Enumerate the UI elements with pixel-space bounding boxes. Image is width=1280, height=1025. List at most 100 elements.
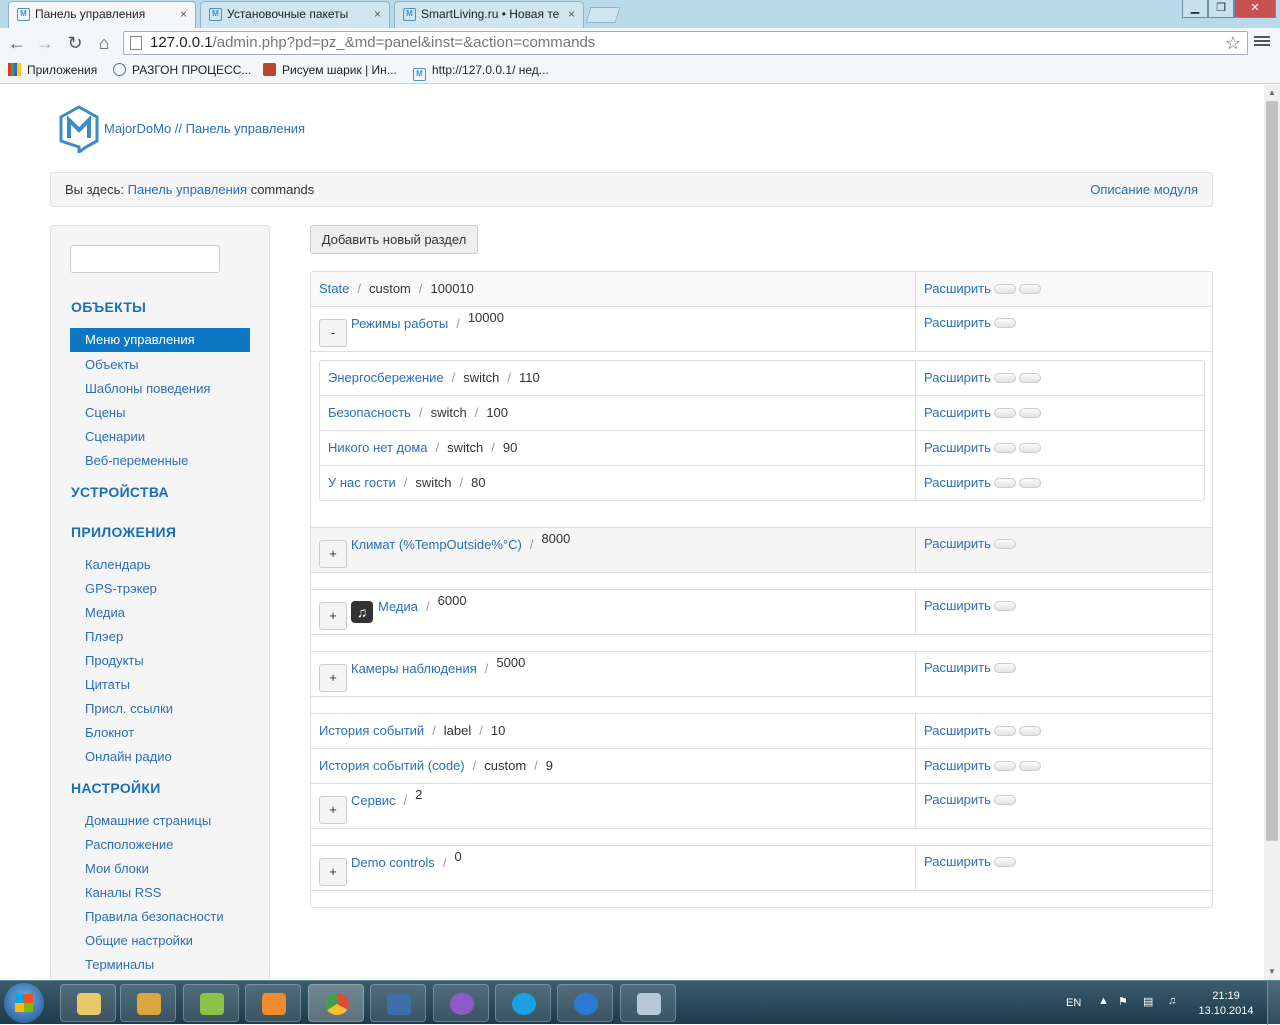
brand-link[interactable]: MajorDoMo // Панель управления: [104, 121, 305, 136]
edit-button[interactable]: [993, 761, 1016, 771]
sidebar-item-homepages[interactable]: Домашние страницы: [85, 813, 211, 828]
delete-button[interactable]: [1018, 408, 1041, 418]
taskbar-clock[interactable]: 21:19 13.10.2014: [1196, 989, 1256, 1019]
sidebar-item-scripts[interactable]: Сценарии: [85, 429, 145, 444]
sidebar-item-radio[interactable]: Онлайн радио: [85, 749, 172, 764]
bookmark-sharik[interactable]: Рисуем шарик | Ин...: [263, 63, 397, 77]
sidebar-item-general[interactable]: Общие настройки: [85, 933, 193, 948]
row-title-link[interactable]: Медиа: [378, 599, 418, 614]
minimize-button[interactable]: ▁: [1182, 0, 1208, 18]
taskbar-explorer[interactable]: [60, 984, 116, 1022]
expand-link[interactable]: Расширить: [924, 758, 991, 773]
network-icon[interactable]: ▤: [1143, 995, 1153, 1008]
sidebar-item-calendar[interactable]: Календарь: [85, 557, 151, 572]
expand-link[interactable]: Расширить: [924, 660, 991, 675]
delete-button[interactable]: [1018, 761, 1041, 771]
expand-link[interactable]: Расширить: [924, 475, 991, 490]
tab-close-icon[interactable]: ×: [180, 2, 187, 26]
row-title-link[interactable]: Сервис: [351, 793, 396, 808]
sidebar-search-input[interactable]: [70, 245, 220, 273]
tab-packages[interactable]: M Установочные пакеты ×: [200, 1, 390, 28]
expand-link[interactable]: Расширить: [924, 792, 991, 807]
tab-panel[interactable]: M Панель управления ×: [8, 1, 196, 28]
scrollbar-thumb[interactable]: [1266, 101, 1278, 841]
delete-button[interactable]: [1018, 443, 1041, 453]
scroll-down-icon[interactable]: ▼: [1268, 967, 1276, 976]
expand-toggle-button[interactable]: +: [319, 602, 347, 630]
delete-button[interactable]: [1018, 373, 1041, 383]
row-title-link[interactable]: У нас гости: [328, 475, 396, 490]
sidebar-item-objects[interactable]: Объекты: [85, 357, 139, 372]
sidebar-item-quotes[interactable]: Цитаты: [85, 677, 130, 692]
taskbar-ring-app[interactable]: [433, 984, 489, 1022]
delete-button[interactable]: [1018, 726, 1041, 736]
expand-toggle-button[interactable]: +: [319, 858, 347, 886]
expand-toggle-button[interactable]: +: [319, 664, 347, 692]
edit-button[interactable]: [993, 857, 1016, 867]
taskbar-media-player[interactable]: [245, 984, 301, 1022]
sidebar-item-media[interactable]: Медиа: [85, 605, 125, 620]
expand-link[interactable]: Расширить: [924, 370, 991, 385]
scroll-up-icon[interactable]: ▲: [1268, 88, 1276, 97]
forward-arrow-icon[interactable]: →: [34, 32, 56, 54]
expand-link[interactable]: Расширить: [924, 536, 991, 551]
bookmark-star-icon[interactable]: ☆: [1225, 32, 1241, 54]
expand-link[interactable]: Расширить: [924, 281, 991, 296]
sidebar-item-products[interactable]: Продукты: [85, 653, 144, 668]
row-title-link[interactable]: Режимы работы: [351, 316, 448, 331]
sidebar-item-player[interactable]: Плэер: [85, 629, 123, 644]
tab-close-icon[interactable]: ×: [374, 2, 381, 26]
taskbar-paint[interactable]: [620, 984, 676, 1022]
browser-menu-icon[interactable]: [1254, 34, 1270, 50]
sidebar-item-gps[interactable]: GPS-трэкер: [85, 581, 157, 596]
row-title-link[interactable]: Камеры наблюдения: [351, 661, 477, 676]
show-desktop-button[interactable]: [1267, 981, 1280, 1025]
reload-icon[interactable]: ↻: [64, 32, 86, 54]
sidebar-item-layout[interactable]: Расположение: [85, 837, 173, 852]
row-title-link[interactable]: Никого нет дома: [328, 440, 428, 455]
bookmark-apps[interactable]: Приложения: [8, 63, 97, 77]
taskbar-window-app[interactable]: [370, 984, 426, 1022]
expand-link[interactable]: Расширить: [924, 440, 991, 455]
bookmark-localhost[interactable]: Mhttp://127.0.0.1/ нед...: [413, 63, 549, 81]
sidebar-item-rss[interactable]: Каналы RSS: [85, 885, 161, 900]
sidebar-item-patterns[interactable]: Шаблоны поведения: [85, 381, 210, 396]
edit-button[interactable]: [993, 478, 1016, 488]
expand-link[interactable]: Расширить: [924, 598, 991, 613]
sidebar-item-links[interactable]: Присл. ссылки: [85, 701, 173, 716]
sidebar-item-security[interactable]: Правила безопасности: [85, 909, 224, 924]
sidebar-item-scenes[interactable]: Сцены: [85, 405, 125, 420]
edit-button[interactable]: [993, 284, 1016, 294]
expand-link[interactable]: Расширить: [924, 854, 991, 869]
taskbar-archiver[interactable]: [120, 984, 176, 1022]
row-title-link[interactable]: Demo controls: [351, 855, 435, 870]
page-scrollbar[interactable]: ▲ ▼: [1264, 85, 1280, 980]
expand-toggle-button[interactable]: +: [319, 540, 347, 568]
edit-button[interactable]: [993, 795, 1016, 805]
edit-button[interactable]: [993, 443, 1016, 453]
delete-button[interactable]: [1018, 284, 1041, 294]
collapse-toggle-button[interactable]: -: [319, 319, 347, 347]
add-section-button[interactable]: Добавить новый раздел: [310, 225, 478, 254]
expand-toggle-button[interactable]: +: [319, 796, 347, 824]
row-title-link[interactable]: Безопасность: [328, 405, 411, 420]
row-title-link[interactable]: История событий (code): [319, 758, 465, 773]
row-title-link[interactable]: State: [319, 281, 349, 296]
home-icon[interactable]: ⌂: [93, 32, 115, 54]
address-bar[interactable]: 127.0.0.1/admin.php?pd=pz_&md=panel&inst…: [123, 31, 1248, 55]
maximize-button[interactable]: ❐: [1208, 0, 1234, 18]
taskbar-ie[interactable]: [557, 984, 613, 1022]
breadcrumb-link-panel[interactable]: Панель управления: [128, 182, 247, 197]
row-title-link[interactable]: Энергосбережение: [328, 370, 444, 385]
sidebar-item-notes[interactable]: Блокнот: [85, 725, 134, 740]
taskbar-chrome[interactable]: [308, 984, 364, 1022]
delete-button[interactable]: [1018, 478, 1041, 488]
tray-expand-icon[interactable]: ▲: [1098, 995, 1109, 1007]
edit-button[interactable]: [993, 726, 1016, 736]
sidebar-section-devices[interactable]: УСТРОЙСТВА: [71, 484, 169, 500]
expand-link[interactable]: Расширить: [924, 723, 991, 738]
tab-smartliving[interactable]: M SmartLiving.ru • Новая те ×: [394, 1, 584, 28]
language-indicator[interactable]: EN: [1066, 997, 1081, 1009]
row-title-link[interactable]: Климат (%TempOutside%°C): [351, 537, 522, 552]
expand-link[interactable]: Расширить: [924, 405, 991, 420]
